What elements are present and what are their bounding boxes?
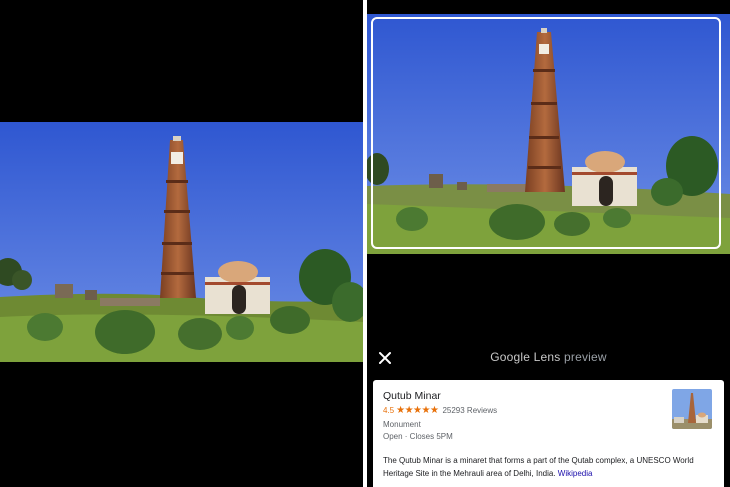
lens-mode: preview (564, 350, 607, 364)
review-count[interactable]: 25293 Reviews (442, 406, 497, 415)
description-text: The Qutub Minar is a minaret that forms … (383, 456, 694, 478)
star-rating-icon: ★★★★★ (396, 405, 439, 416)
qutub-minar-photo (0, 122, 363, 362)
lens-title: Google Lens preview (367, 350, 730, 364)
result-card[interactable]: Qutub Minar 4.5 ★★★★★ 25293 Reviews Monu… (373, 380, 724, 487)
original-photo-panel (0, 0, 363, 487)
wikipedia-link[interactable]: Wikipedia (558, 469, 593, 478)
place-thumbnail[interactable] (672, 389, 712, 429)
lens-brand: Google Lens (490, 350, 561, 364)
rating-row: 4.5 ★★★★★ 25293 Reviews (383, 405, 714, 416)
lens-toolbar: Google Lens preview (367, 340, 730, 376)
lens-selection-frame[interactable] (371, 17, 721, 249)
place-description: The Qutub Minar is a minaret that forms … (383, 454, 713, 480)
place-name[interactable]: Qutub Minar (383, 390, 714, 402)
lens-preview-panel: Google Lens preview Qutub Minar 4.5 ★★★★… (367, 0, 730, 487)
opening-hours: Open · Closes 5PM (383, 432, 453, 441)
rating-value: 4.5 (383, 406, 395, 415)
place-category: Monument (383, 420, 421, 429)
